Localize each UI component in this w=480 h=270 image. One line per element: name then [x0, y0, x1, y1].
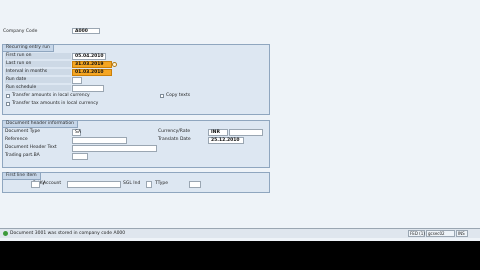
first-run-label: First run on — [5, 53, 71, 59]
trading-part-label: Trading part.BA — [5, 153, 40, 158]
translatn-date-field[interactable]: 25.12.2010 — [208, 137, 244, 144]
interval-field[interactable]: 01.03.2010 — [72, 69, 112, 76]
header-text-label: Document Header Text — [5, 145, 57, 150]
server-info[interactable]: gcsec02 — [426, 230, 455, 237]
document-header-group: Document header information Document Typ… — [2, 120, 270, 168]
first-line-item-title: First line item — [3, 173, 41, 180]
run-schedule-label: Run schedule — [5, 85, 71, 91]
first-run-field[interactable]: 05.04.2010 — [72, 53, 106, 60]
run-schedule-field[interactable] — [72, 85, 104, 92]
copy-texts-checkbox[interactable] — [160, 94, 164, 98]
transfer-tax-label: Transfer tax amounts in local currency — [12, 101, 99, 106]
reference-field[interactable] — [72, 137, 127, 144]
status-bar: Document 3001 was stored in company code… — [0, 228, 480, 238]
company-code-label: Company Code — [3, 29, 38, 34]
reference-label: Reference — [5, 137, 28, 142]
toolbar-area — [0, 0, 480, 31]
posting-key-field[interactable] — [31, 181, 40, 188]
last-run-label: Last run on — [5, 61, 71, 67]
interval-label: Interval in months — [5, 69, 71, 75]
ttype-label: TType — [155, 181, 169, 186]
transfer-amounts-label: Transfer amounts in local currency — [12, 93, 90, 98]
sgl-ind-label: SGL Ind — [123, 181, 141, 186]
transfer-amounts-checkbox[interactable] — [6, 94, 10, 98]
recurring-entry-run-title: Recurring entry run — [3, 45, 54, 52]
status-message: Document 3001 was stored in company code… — [10, 231, 126, 236]
header-text-field[interactable] — [72, 145, 157, 152]
exchange-rate-field[interactable] — [229, 129, 263, 136]
document-type-label: Document Type — [5, 129, 41, 134]
trading-part-field[interactable] — [72, 153, 88, 160]
document-type-field[interactable]: SA — [72, 129, 81, 136]
last-run-field[interactable]: 31.03.2019 — [72, 61, 112, 68]
ttype-field[interactable] — [189, 181, 201, 188]
document-header-title: Document header information — [3, 121, 78, 128]
currency-label: Currency/Rate — [158, 129, 191, 134]
copy-texts-label: Copy texts — [166, 93, 191, 98]
run-date-label: Run date — [5, 77, 71, 83]
company-code-field[interactable]: A000 — [72, 28, 100, 34]
insert-mode[interactable]: INS — [456, 230, 468, 237]
success-icon — [3, 231, 8, 236]
run-date-field[interactable] — [72, 77, 82, 84]
sap-screen: Company Code A000 Recurring entry run Fi… — [0, 0, 480, 241]
translatn-date-label: Translatn Date — [158, 137, 191, 142]
account-field[interactable] — [67, 181, 121, 188]
first-line-item-group: First line item PstKy Account SGL Ind TT… — [2, 172, 270, 193]
account-label: Account — [43, 181, 62, 186]
transfer-tax-checkbox[interactable] — [6, 102, 10, 106]
sgl-ind-field[interactable] — [146, 181, 152, 188]
recurring-entry-run-group: Recurring entry run First run on 05.04.2… — [2, 44, 270, 115]
system-info[interactable]: FED (1) — [408, 230, 425, 237]
value-help-icon[interactable] — [112, 62, 117, 67]
currency-field[interactable]: INR — [208, 129, 228, 136]
